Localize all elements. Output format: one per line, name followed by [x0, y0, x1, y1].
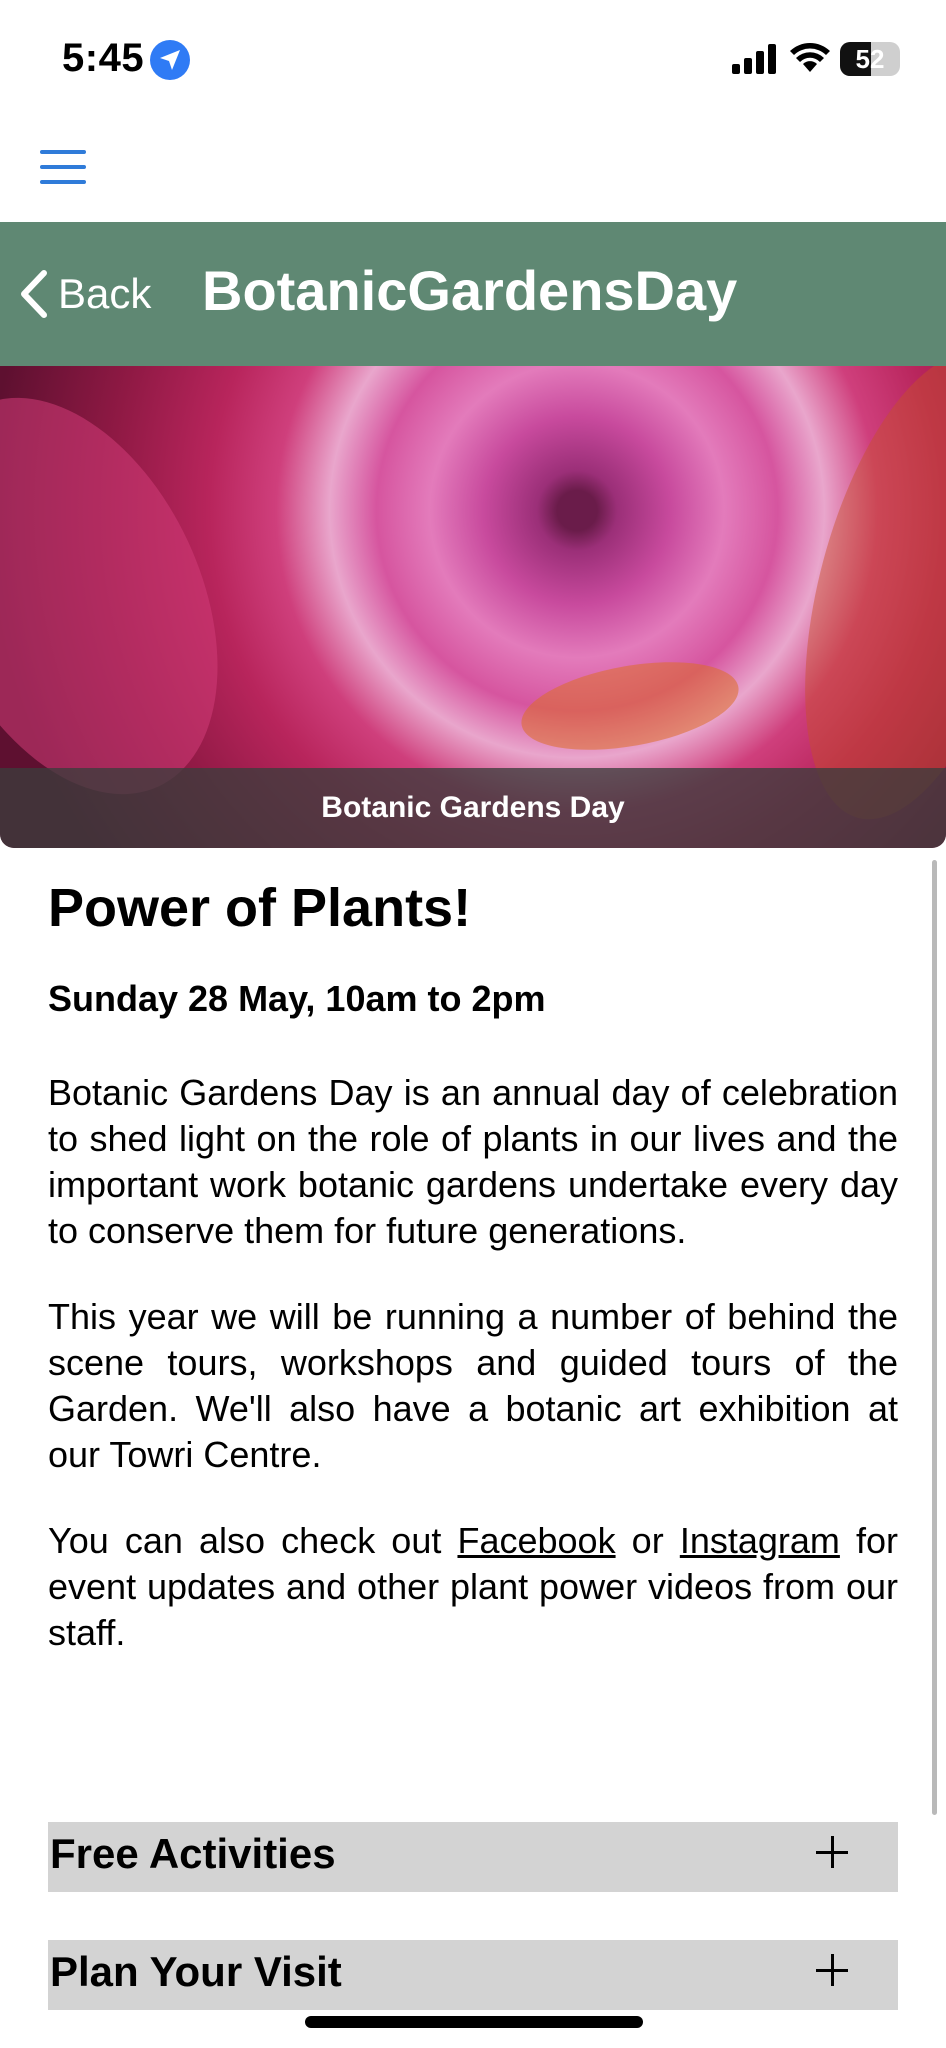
status-time: 5:45 — [62, 36, 145, 80]
location-arrow-icon — [150, 40, 190, 80]
accordion-free-activities[interactable]: Free Activities — [48, 1822, 898, 1892]
para3-prefix: You can also check out — [48, 1520, 458, 1561]
accordion-label: Plan Your Visit — [50, 1948, 342, 1995]
facebook-link[interactable]: Facebook — [457, 1520, 615, 1561]
content-heading: Power of Plants! — [48, 878, 472, 938]
plus-icon — [816, 1836, 848, 1868]
navigation-bar: Back BotanicGardensDay — [0, 222, 946, 366]
plus-icon — [816, 1954, 848, 1986]
instagram-link[interactable]: Instagram — [680, 1520, 840, 1561]
home-indicator[interactable] — [305, 2016, 643, 2028]
battery-icon: 52 — [840, 42, 900, 76]
battery-percent: 52 — [855, 44, 885, 74]
back-label: Back — [58, 270, 152, 317]
status-bar: 5:45 52 — [0, 0, 946, 120]
signal-icon — [732, 44, 776, 74]
wifi-icon — [790, 43, 830, 72]
hamburger-menu-icon[interactable] — [40, 150, 86, 184]
page-title: BotanicGardensDay — [202, 259, 738, 322]
scrollbar[interactable] — [932, 860, 937, 1815]
hero-caption: Botanic Gardens Day — [0, 768, 946, 848]
description-paragraph-3: You can also check out Facebook or Insta… — [48, 1518, 898, 1656]
description-paragraph-2: This year we will be running a number of… — [48, 1296, 898, 1475]
description-paragraph-1: Botanic Gardens Day is an annual day of … — [48, 1072, 898, 1251]
accordion-label: Free Activities — [50, 1830, 336, 1877]
main-content: Power of Plants! Sunday 28 May, 10am to … — [48, 868, 898, 1656]
hero-image: Botanic Gardens Day — [0, 366, 946, 848]
para3-or: or — [615, 1520, 680, 1561]
back-button[interactable]: Back — [18, 264, 151, 324]
accordion-plan-your-visit[interactable]: Plan Your Visit — [48, 1940, 898, 2010]
chevron-left-icon — [21, 270, 47, 318]
event-date: Sunday 28 May, 10am to 2pm — [48, 978, 546, 1019]
